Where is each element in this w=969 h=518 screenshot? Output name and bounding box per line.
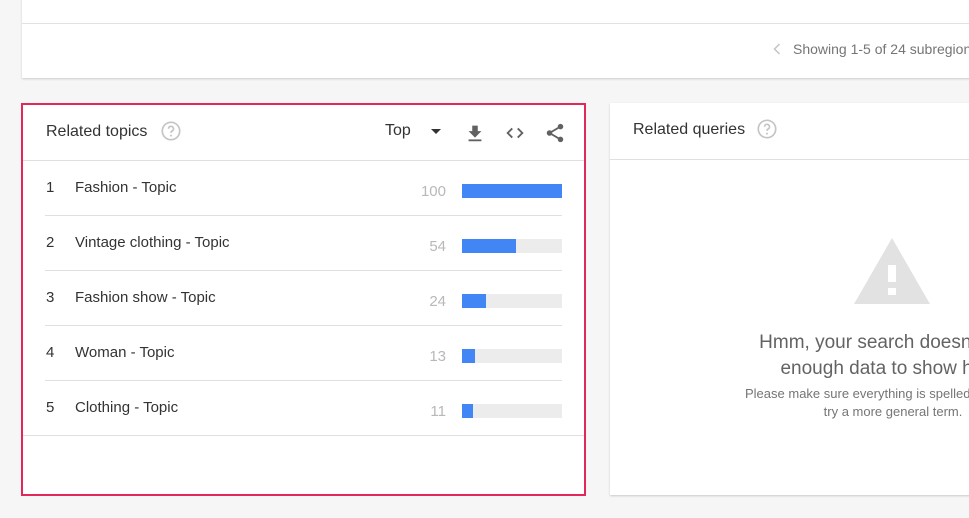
row-rank: 1: [46, 179, 55, 196]
chevron-left-icon[interactable]: [767, 39, 787, 59]
row-rank: 4: [46, 344, 55, 361]
bar-track: [462, 239, 562, 253]
bar-fill: [462, 294, 486, 308]
empty-sub-line: Please make sure everything is spelled c…: [745, 386, 969, 401]
sort-select-value: Top: [385, 122, 411, 139]
row-label[interactable]: Clothing - Topic: [75, 399, 178, 416]
bar-fill: [462, 349, 475, 363]
warning-icon: [854, 238, 930, 304]
row-rank: 3: [46, 289, 55, 306]
related-topics-card: Related topics Top 1 Fashion - Topic 100…: [21, 103, 586, 496]
bar-fill: [462, 184, 562, 198]
topics-list: 1 Fashion - Topic 100 2 Vintage clothing…: [23, 161, 584, 436]
row-value: 100: [420, 183, 446, 200]
row-value: 24: [429, 293, 446, 310]
bar-fill: [462, 404, 473, 418]
bar-track: [462, 404, 562, 418]
table-row[interactable]: 3 Fashion show - Topic 24: [23, 271, 584, 326]
row-label[interactable]: Fashion - Topic: [75, 179, 176, 196]
row-label[interactable]: Vintage clothing - Topic: [75, 234, 230, 251]
row-value: 11: [430, 403, 446, 420]
empty-sub-line: try a more general term.: [823, 404, 963, 419]
bar-fill: [462, 239, 516, 253]
caret-down-icon: [430, 128, 441, 134]
table-row[interactable]: 5 Clothing - Topic 11: [23, 381, 584, 436]
pagination-text: Showing 1-5 of 24 subregions: [793, 41, 969, 57]
embed-code-icon[interactable]: [504, 122, 526, 144]
empty-state-title: Hmm, your search doesn't have enough dat…: [610, 330, 969, 382]
share-icon[interactable]: [544, 122, 566, 144]
row-label[interactable]: Fashion show - Topic: [75, 289, 216, 306]
bar-track: [462, 184, 562, 198]
empty-state-subtitle: Please make sure everything is spelled c…: [610, 385, 969, 421]
card-title: Related queries: [633, 121, 746, 138]
bar-track: [462, 294, 562, 308]
download-icon[interactable]: [464, 122, 486, 144]
table-row[interactable]: 4 Woman - Topic 13: [23, 326, 584, 381]
row-rank: 2: [46, 234, 55, 251]
card-header: Related topics Top: [23, 105, 584, 161]
table-row[interactable]: 2 Vintage clothing - Topic 54: [23, 216, 584, 271]
table-row[interactable]: 1 Fashion - Topic 100: [23, 161, 584, 216]
sort-select[interactable]: Top: [385, 122, 441, 140]
empty-title-line: Hmm, your search doesn't have: [759, 332, 969, 353]
help-icon[interactable]: [756, 118, 778, 140]
card-title: Related topics: [46, 123, 148, 140]
row-label[interactable]: Woman - Topic: [75, 344, 175, 361]
help-icon[interactable]: [160, 120, 182, 142]
bar-track: [462, 349, 562, 363]
pagination: Showing 1-5 of 24 subregions: [767, 39, 969, 59]
card-header: Related queries: [610, 103, 969, 160]
row-value: 13: [429, 348, 446, 365]
row-value: 54: [429, 238, 446, 255]
geo-map-card: Showing 1-5 of 24 subregions: [22, 0, 969, 78]
row-rank: 5: [46, 399, 55, 416]
related-queries-card: Related queries Hmm, your search doesn't…: [610, 103, 969, 495]
empty-title-line: enough data to show here.: [780, 358, 969, 379]
divider: [22, 23, 969, 24]
